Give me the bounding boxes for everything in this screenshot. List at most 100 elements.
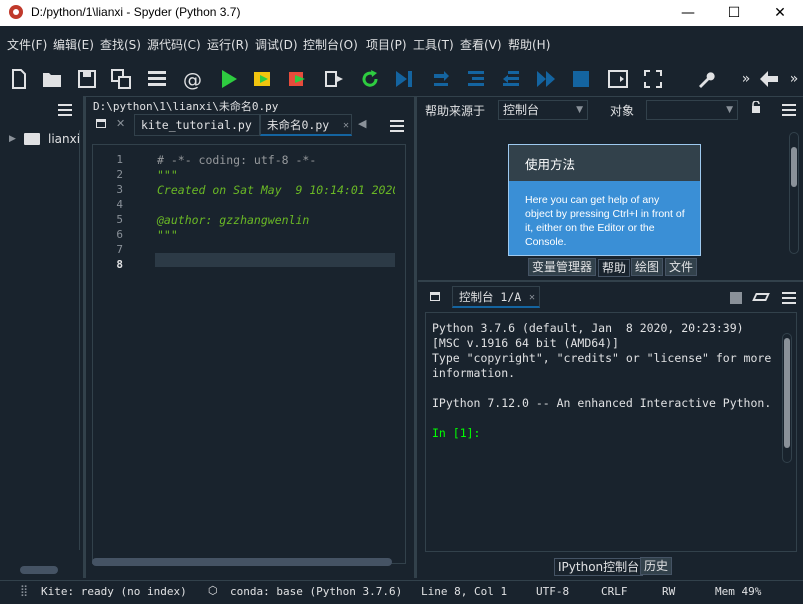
eraser-icon[interactable] bbox=[752, 293, 770, 301]
run-cell-icon[interactable] bbox=[252, 68, 274, 90]
run-cell-advance-icon[interactable] bbox=[287, 68, 309, 90]
run-icon[interactable] bbox=[218, 68, 240, 90]
explorer-options-icon[interactable] bbox=[58, 104, 72, 116]
tab-plots[interactable]: 绘图 bbox=[631, 258, 664, 276]
help-options-icon[interactable] bbox=[782, 104, 796, 116]
help-source-select[interactable]: 控制台 ▼ bbox=[498, 100, 588, 120]
tab-close-icon[interactable]: ✕ bbox=[116, 117, 125, 130]
toolbar-overflow-1[interactable]: » bbox=[735, 68, 757, 90]
at-icon[interactable]: @ bbox=[181, 68, 203, 90]
code-editor[interactable]: 1 2 3 4 5 6 7 8 # -*- coding: utf-8 -*- … bbox=[92, 144, 406, 564]
help-object-label: 对象 bbox=[610, 104, 635, 118]
tab-close-icon[interactable]: ✕ bbox=[343, 116, 349, 136]
code-line: Created on Sat May 9 10:14:01 2020 bbox=[157, 183, 395, 197]
status-rw: RW bbox=[662, 585, 676, 598]
rerun-icon[interactable] bbox=[359, 68, 381, 90]
wrench-icon[interactable] bbox=[695, 68, 717, 90]
maximize-pane-icon[interactable] bbox=[607, 68, 629, 90]
editor-options-icon[interactable] bbox=[390, 120, 404, 132]
menu-console[interactable]: 控制台(O) bbox=[303, 36, 358, 53]
status-kite[interactable]: Kite: ready (no index) bbox=[41, 585, 187, 598]
console-line: Type "copyright", "credits" or "license"… bbox=[432, 351, 772, 365]
console-tab-bar: 控制台 1/A ✕ bbox=[418, 286, 803, 308]
save-icon[interactable] bbox=[76, 68, 98, 90]
menu-edit[interactable]: 编辑(E) bbox=[53, 36, 94, 53]
tab-scroll-left-icon[interactable]: ◀ bbox=[358, 117, 366, 130]
chevron-down-icon: ▼ bbox=[576, 105, 583, 115]
tab-untitled0[interactable]: 未命名0.py ✕ bbox=[260, 114, 352, 136]
ipython-console[interactable]: Python 3.7.6 (default, Jan 8 2020, 20:23… bbox=[425, 312, 797, 552]
menu-tools[interactable]: 工具(T) bbox=[413, 36, 454, 53]
lock-icon[interactable] bbox=[751, 100, 761, 113]
interrupt-kernel-icon[interactable] bbox=[730, 292, 742, 304]
list-icon[interactable] bbox=[146, 68, 168, 90]
open-folder-icon[interactable] bbox=[41, 68, 63, 90]
run-selection-icon[interactable] bbox=[323, 68, 345, 90]
tree-item-lianxi[interactable]: lianxi bbox=[48, 132, 80, 146]
menu-bar: 文件(F) 编辑(E) 查找(S) 源代码(C) 运行(R) 调试(D) 控制台… bbox=[0, 30, 803, 58]
help-card-body: Here you can get help of any object by p… bbox=[525, 194, 685, 248]
help-scrollbar-thumb[interactable] bbox=[791, 147, 797, 187]
fullscreen-icon[interactable] bbox=[642, 68, 664, 90]
conda-icon: ⬡ bbox=[208, 584, 218, 597]
console-scrollbar-thumb[interactable] bbox=[784, 338, 790, 448]
help-scrollbar[interactable] bbox=[789, 132, 799, 254]
step-return-icon[interactable] bbox=[500, 68, 522, 90]
help-card-title: 使用方法 bbox=[509, 145, 700, 181]
menu-debug[interactable]: 调试(D) bbox=[255, 36, 298, 53]
menu-run[interactable]: 运行(R) bbox=[207, 36, 249, 53]
status-conda[interactable]: conda: base (Python 3.7.6) bbox=[230, 585, 402, 598]
help-source-label: 帮助来源于 bbox=[425, 104, 486, 118]
console-line: [MSC v.1916 64 bit (AMD64)] bbox=[432, 336, 619, 350]
minimize-button[interactable]: — bbox=[665, 0, 711, 26]
help-usage-card: 使用方法 Here you can get help of any object… bbox=[508, 144, 701, 256]
tab-kite-tutorial[interactable]: kite_tutorial.py bbox=[134, 114, 260, 136]
tab-label: 未命名0.py bbox=[267, 118, 330, 132]
console-line: IPython 7.12.0 -- An enhanced Interactiv… bbox=[432, 396, 772, 410]
explorer-scrollbar[interactable] bbox=[20, 566, 58, 574]
save-all-icon[interactable] bbox=[110, 68, 132, 90]
chevron-down-icon: ▼ bbox=[726, 105, 733, 115]
code-line: """ bbox=[157, 228, 178, 242]
console-prompt: In [1]: bbox=[432, 426, 481, 440]
editor-horizontal-scrollbar[interactable] bbox=[92, 558, 392, 566]
file-tree[interactable]: ▶ lianxi bbox=[0, 130, 80, 550]
line-number: 6 bbox=[116, 228, 123, 241]
maximize-button[interactable]: ☐ bbox=[711, 0, 757, 26]
step-icon[interactable] bbox=[430, 68, 452, 90]
status-bar: ⣿ Kite: ready (no index) ⬡ conda: base (… bbox=[0, 580, 803, 604]
tab-close-icon[interactable]: ✕ bbox=[529, 288, 535, 308]
line-number: 2 bbox=[116, 168, 123, 181]
stop-icon[interactable] bbox=[570, 68, 592, 90]
tab-files[interactable]: 文件 bbox=[665, 258, 698, 276]
menu-search[interactable]: 查找(S) bbox=[100, 36, 141, 53]
main-toolbar: @ » » bbox=[0, 60, 803, 96]
tab-help[interactable]: 帮助 bbox=[598, 259, 631, 277]
browse-tabs-icon[interactable] bbox=[430, 292, 440, 301]
menu-help[interactable]: 帮助(H) bbox=[508, 36, 550, 53]
new-file-icon[interactable] bbox=[8, 68, 30, 90]
tab-variable-explorer[interactable]: 变量管理器 bbox=[528, 258, 597, 276]
menu-file[interactable]: 文件(F) bbox=[7, 36, 47, 53]
tab-ipython-console[interactable]: IPython控制台 bbox=[554, 558, 644, 576]
kite-icon: ⣿ bbox=[20, 584, 29, 597]
tab-history[interactable]: 历史 bbox=[640, 557, 673, 575]
step-into-icon[interactable] bbox=[465, 68, 487, 90]
console-scrollbar[interactable] bbox=[782, 333, 792, 463]
menu-view[interactable]: 查看(V) bbox=[460, 36, 502, 53]
expand-arrow-icon[interactable]: ▶ bbox=[9, 134, 16, 144]
debug-icon[interactable] bbox=[393, 68, 415, 90]
continue-icon[interactable] bbox=[535, 68, 557, 90]
help-object-input[interactable]: ▼ bbox=[646, 100, 738, 120]
menu-source[interactable]: 源代码(C) bbox=[147, 36, 201, 53]
svg-text:@: @ bbox=[183, 69, 202, 90]
tab-console-1a[interactable]: 控制台 1/A ✕ bbox=[452, 286, 540, 308]
menu-projects[interactable]: 项目(P) bbox=[366, 36, 407, 53]
browse-tabs-icon[interactable] bbox=[96, 119, 106, 128]
console-options-icon[interactable] bbox=[782, 292, 796, 304]
close-button[interactable]: ✕ bbox=[757, 0, 803, 26]
back-arrow-icon[interactable] bbox=[758, 68, 780, 90]
help-pane: 帮助来源于 控制台 ▼ 对象 ▼ 使用方法 Here you can get h… bbox=[418, 96, 803, 280]
code-text-area[interactable]: # -*- coding: utf-8 -*- """ Created on S… bbox=[155, 145, 395, 563]
toolbar-overflow-2[interactable]: » bbox=[783, 68, 803, 90]
